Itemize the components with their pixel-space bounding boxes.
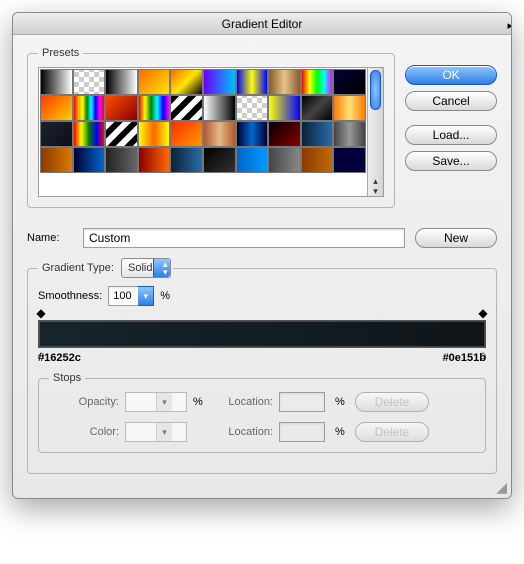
preset-swatch[interactable]: [138, 121, 171, 147]
preset-swatch[interactable]: [73, 147, 106, 173]
preset-swatch[interactable]: [301, 147, 334, 173]
color-label: Color:: [49, 426, 119, 438]
preset-swatch[interactable]: [73, 121, 106, 147]
presets-flyout-icon[interactable]: ▸: [507, 19, 512, 32]
preset-swatch[interactable]: [333, 69, 366, 95]
preset-swatch[interactable]: [105, 69, 138, 95]
preset-swatch[interactable]: [170, 147, 203, 173]
preset-swatch[interactable]: [170, 95, 203, 121]
preset-swatch[interactable]: [203, 69, 236, 95]
color-location-label: Location:: [213, 426, 273, 438]
color-delete-button: Delete: [355, 422, 429, 442]
resize-handle-icon[interactable]: ◢: [496, 479, 507, 496]
chevron-down-icon: ▾: [156, 393, 172, 411]
opacity-value-input: ▾: [125, 392, 187, 412]
gradient-editor-window: Gradient Editor Presets ▸ ▴▾ OK: [12, 12, 512, 499]
gradient-preview[interactable]: ◆ ◆ ⌂ ⌂: [38, 320, 486, 348]
preset-swatch[interactable]: [236, 69, 269, 95]
preset-swatch[interactable]: [203, 147, 236, 173]
color-location-unit: %: [335, 426, 349, 438]
preset-swatch[interactable]: [268, 69, 301, 95]
gradient-type-group: Gradient Type: Solid ▴▾ Smoothness: ▾ % …: [27, 258, 497, 474]
load-button[interactable]: Load...: [405, 125, 497, 145]
opacity-stop-left-icon[interactable]: ◆: [34, 306, 48, 320]
color-value-input: ▾: [125, 422, 187, 442]
preset-swatch[interactable]: [40, 69, 73, 95]
gradient-bar[interactable]: [38, 320, 486, 348]
name-label: Name:: [27, 232, 73, 244]
scroll-down-icon[interactable]: ▾: [373, 186, 378, 196]
preset-swatch[interactable]: [170, 121, 203, 147]
preset-swatch[interactable]: [40, 147, 73, 173]
opacity-location-unit: %: [335, 396, 349, 408]
preset-swatch[interactable]: [333, 147, 366, 173]
preset-swatch[interactable]: [236, 121, 269, 147]
preset-swatch[interactable]: [301, 95, 334, 121]
opacity-stop-right-icon[interactable]: ◆: [476, 306, 490, 320]
preset-swatch[interactable]: [236, 95, 269, 121]
chevron-updown-icon: ▴▾: [163, 260, 168, 276]
color-location-input: [279, 422, 325, 442]
preset-swatch[interactable]: [170, 69, 203, 95]
scrollbar-thumb[interactable]: [370, 70, 381, 110]
window-title: Gradient Editor: [13, 13, 511, 35]
preset-grid: [39, 68, 367, 196]
preset-swatch[interactable]: [138, 69, 171, 95]
preset-swatch[interactable]: [333, 121, 366, 147]
preset-swatch[interactable]: [333, 95, 366, 121]
opacity-location-label: Location:: [213, 396, 273, 408]
preset-swatch[interactable]: [73, 95, 106, 121]
stops-legend: Stops: [49, 372, 85, 384]
gradient-type-value: Solid: [128, 262, 152, 274]
cancel-button[interactable]: Cancel: [405, 91, 497, 111]
smoothness-dropdown-icon[interactable]: ▾: [138, 286, 154, 306]
preset-swatch[interactable]: [138, 95, 171, 121]
preset-swatch[interactable]: [301, 69, 334, 95]
preset-swatch[interactable]: [138, 147, 171, 173]
preset-swatch[interactable]: [40, 95, 73, 121]
presets-scrollbar[interactable]: ▴▾: [367, 68, 383, 196]
new-button[interactable]: New: [415, 228, 497, 248]
save-button[interactable]: Save...: [405, 151, 497, 171]
opacity-delete-button: Delete: [355, 392, 429, 412]
opacity-label: Opacity:: [49, 396, 119, 408]
presets-group: Presets ▸ ▴▾: [27, 47, 395, 208]
preset-swatch[interactable]: [268, 147, 301, 173]
preset-swatch[interactable]: [105, 95, 138, 121]
smoothness-label: Smoothness:: [38, 290, 102, 302]
stops-group: Stops Opacity: ▾ % Location: % Delete Co…: [38, 372, 486, 453]
preset-swatch[interactable]: [105, 121, 138, 147]
preset-swatch[interactable]: [105, 147, 138, 173]
chevron-down-icon: ▾: [156, 423, 172, 441]
preset-swatch[interactable]: [203, 121, 236, 147]
scroll-up-icon[interactable]: ▴: [373, 176, 378, 186]
opacity-unit: %: [193, 396, 207, 408]
preset-swatch[interactable]: [236, 147, 269, 173]
preset-swatch[interactable]: [268, 121, 301, 147]
preset-swatch[interactable]: [203, 95, 236, 121]
opacity-location-input: [279, 392, 325, 412]
presets-legend: Presets: [38, 47, 83, 59]
preset-swatch[interactable]: [301, 121, 334, 147]
preset-swatch[interactable]: [73, 69, 106, 95]
gradient-type-select[interactable]: Solid ▴▾: [121, 258, 171, 278]
preset-swatch[interactable]: [268, 95, 301, 121]
color-stop-left-icon[interactable]: ⌂: [34, 348, 48, 362]
smoothness-unit: %: [160, 290, 170, 302]
gradient-type-label: Gradient Type:: [42, 262, 114, 274]
ok-button[interactable]: OK: [405, 65, 497, 85]
color-stop-right-icon[interactable]: ⌂: [476, 348, 490, 362]
preset-swatch[interactable]: [40, 121, 73, 147]
name-input[interactable]: [83, 228, 405, 248]
